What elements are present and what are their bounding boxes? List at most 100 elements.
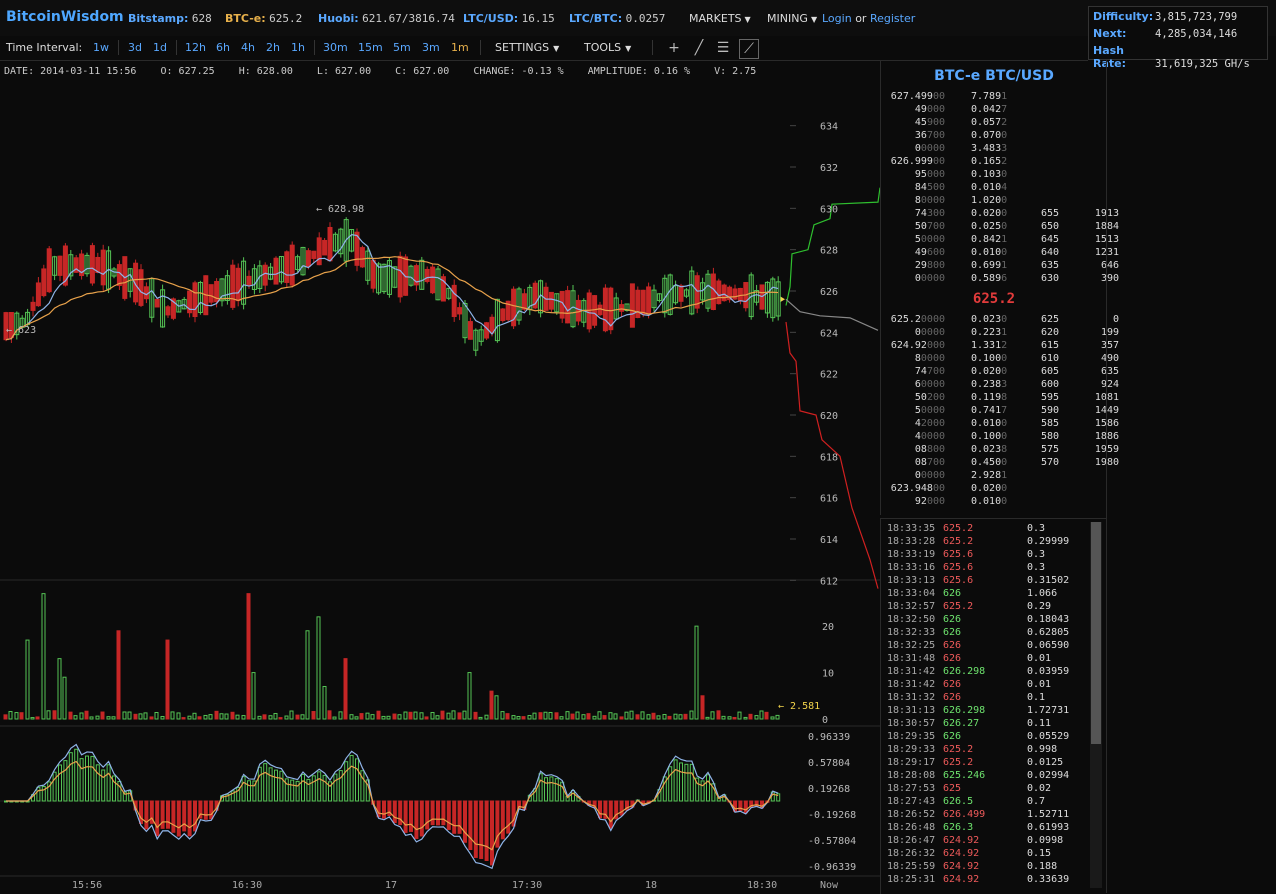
ask-row[interactable]: 627.49900 7.7891	[887, 91, 1119, 104]
trade-amount: 0.998	[1027, 744, 1058, 755]
bid-row[interactable]: 80000 0.1000 610 490	[887, 353, 1119, 366]
candle-body	[467, 321, 473, 340]
ask-row[interactable]: 74300 0.0200 655 1913	[887, 208, 1119, 221]
candle-body	[565, 290, 571, 324]
bid-row[interactable]: 08700 0.4500 570 1980	[887, 457, 1119, 470]
trade-scrollbar[interactable]	[1090, 522, 1102, 888]
volume-bar	[575, 711, 580, 720]
forecast-line	[785, 298, 879, 331]
macd-tick-label: -0.19268	[808, 810, 856, 821]
ask-row[interactable]: 45900 0.0572	[887, 117, 1119, 130]
volume-bar	[673, 713, 678, 720]
ask-row[interactable]: 29800 0.6991 635 646	[887, 260, 1119, 273]
volume-bar	[154, 712, 159, 720]
mid-price: 625.2	[972, 291, 1016, 307]
bid-row[interactable]: 00000 0.2231 620 199	[887, 327, 1119, 340]
macd-histogram-bar	[301, 773, 305, 802]
price-tick-label: 628	[820, 246, 838, 257]
bid-row[interactable]: 00000 2.9281	[887, 470, 1119, 483]
candle-body	[397, 255, 403, 298]
low-marker: ← 623	[6, 325, 36, 336]
candle-body	[629, 283, 635, 328]
trade-amount: 0.7	[1027, 796, 1046, 807]
book-price: 627.49900	[890, 91, 945, 102]
trade-time: 18:25:31	[887, 874, 936, 885]
bid-row[interactable]: 08800 0.0238 575 1959	[887, 444, 1119, 457]
book-amount: 0.0200	[971, 366, 1008, 377]
trade-row: 18:29:17 625.2 0.0125	[887, 757, 1063, 770]
price-chart[interactable]: 634 632 630 628 626 624 622 620 618 616 614 612 20 10…	[0, 0, 880, 893]
volume-bar	[305, 630, 310, 720]
volume-bar	[646, 714, 651, 720]
volume-bar	[608, 712, 613, 720]
trade-time: 18:32:25	[887, 640, 936, 651]
bid-row[interactable]: 624.92000 1.3312 615 357	[887, 340, 1119, 353]
trade-time: 18:33:04	[887, 588, 936, 599]
volume-bar	[127, 711, 132, 720]
ask-row[interactable]: 49600 0.0100 640 1231	[887, 247, 1119, 260]
bid-row[interactable]: 50000 0.7417 590 1449	[887, 405, 1119, 418]
macd-histogram-bar	[106, 764, 111, 802]
volume-bar	[484, 714, 489, 720]
book-price: 74700	[914, 366, 945, 377]
volume-bar	[149, 716, 154, 720]
candle-body	[424, 268, 430, 282]
bid-row[interactable]: 42000 0.0100 585 1586	[887, 418, 1119, 431]
volume-bar	[273, 712, 278, 720]
bid-row[interactable]: 60000 0.2383 600 924	[887, 379, 1119, 392]
book-amount: 0.0230	[971, 314, 1008, 325]
ask-row[interactable]: 00000 3.4833	[887, 143, 1119, 156]
macd-histogram-bar	[274, 769, 278, 802]
side-panel	[1106, 60, 1276, 893]
trade-time: 18:31:48	[887, 653, 936, 664]
macd-tick-label: -0.96339	[808, 862, 856, 873]
candle-body	[732, 288, 738, 300]
bid-row[interactable]: 92000 0.0100	[887, 496, 1119, 509]
volume-bar	[613, 713, 618, 720]
depth-price: 645	[1040, 234, 1059, 245]
volume-bar	[602, 715, 607, 720]
volume-bar	[759, 710, 764, 720]
bid-row[interactable]: 625.20000 0.0230 625 0	[887, 314, 1119, 327]
macd-histogram-bar	[468, 800, 473, 851]
volume-bar	[667, 715, 672, 720]
bid-row[interactable]: 40000 0.1000 580 1886	[887, 431, 1119, 444]
trade-row: 18:31:42 626.298 0.03959	[887, 666, 1069, 679]
bid-row[interactable]: 623.94800 0.0200	[887, 483, 1119, 496]
bid-row[interactable]: 50200 0.1198 595 1081	[887, 392, 1119, 405]
macd-histogram-bar	[117, 781, 122, 802]
ask-row[interactable]: 36700 0.0700	[887, 130, 1119, 143]
ask-row[interactable]: 50700 0.0250 650 1884	[887, 221, 1119, 234]
volume-bar	[570, 713, 575, 720]
trade-row: 18:31:13 626.298 1.72731	[887, 705, 1069, 718]
candles	[3, 217, 781, 357]
macd-histogram-bar	[479, 800, 484, 859]
macd-histogram-bar	[68, 752, 73, 802]
bid-row[interactable]: 74700 0.0200 605 635	[887, 366, 1119, 379]
volume-bar	[721, 715, 726, 720]
volume-bar	[89, 716, 94, 720]
macd-histogram-bar	[182, 800, 187, 832]
book-price: 84500	[914, 182, 945, 193]
time-tick-label: 15:56	[72, 880, 102, 891]
ask-row[interactable]: 84500 0.0104	[887, 182, 1119, 195]
depth-price: 655	[1040, 208, 1059, 219]
book-price: 29800	[914, 260, 945, 271]
scrollbar-thumb[interactable]	[1091, 522, 1101, 744]
trade-time: 18:32:50	[887, 614, 936, 625]
ask-row[interactable]: 95000 0.1030	[887, 169, 1119, 182]
ask-row[interactable]: 626.99900 0.1652	[887, 156, 1119, 169]
macd-histogram-bar	[511, 800, 516, 827]
macd-histogram-bar	[144, 800, 149, 830]
trade-row: 18:29:33 625.2 0.998	[887, 744, 1057, 757]
ask-row[interactable]: 80000 1.0200	[887, 195, 1119, 208]
volume-bar	[14, 712, 19, 720]
candle-body	[430, 266, 436, 294]
trade-history[interactable]: 18:33:35 625.2 0.3 18:33:28 625.2 0.29999 18:3…	[880, 518, 1107, 894]
book-amount: 0.4500	[971, 457, 1008, 468]
difficulty-label: Difficulty:	[1093, 10, 1154, 23]
ask-row[interactable]: 49000 0.0427	[887, 104, 1119, 117]
macd-histogram-bar	[171, 800, 176, 833]
ask-row[interactable]: 50000 0.8421 645 1513	[887, 234, 1119, 247]
ask-row[interactable]: 00000 0.5896 630 390	[887, 273, 1119, 286]
